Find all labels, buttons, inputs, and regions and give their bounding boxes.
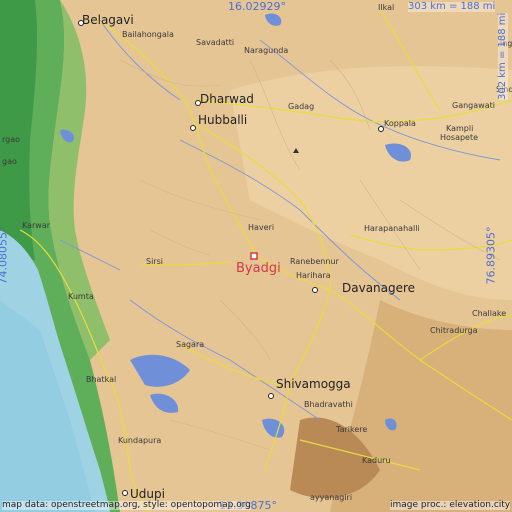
place-label-belagavi[interactable]: Belagavi [82, 14, 134, 26]
place-label-ilkal[interactable]: Ilkal [378, 4, 394, 12]
place-label-shivamogga[interactable]: Shivamogga [276, 378, 351, 390]
place-label-fragment: gao [2, 157, 17, 166]
place-label-bhadravathi[interactable]: Bhadravathi [304, 401, 353, 409]
city-dot [122, 490, 128, 496]
place-label-karwar[interactable]: Karwar [22, 222, 50, 230]
place-label-sagara[interactable]: Sagara [176, 341, 204, 349]
place-label-fragment: rgao [2, 135, 21, 144]
place-label-haveri[interactable]: Haveri [248, 224, 274, 232]
map-canvas: Belagavi Bailahongala Savadatti Naragund… [0, 0, 512, 512]
place-label-gadag[interactable]: Gadag [288, 103, 314, 111]
city-dot [268, 393, 274, 399]
place-label-koppala[interactable]: Koppala [384, 120, 416, 128]
place-label-hosapete[interactable]: Hosapete [440, 134, 478, 142]
place-label-harapanahalli[interactable]: Harapanahalli [364, 225, 420, 233]
place-label-ayyanagiri: ayyanagiri [310, 493, 353, 502]
place-label-dharwad[interactable]: Dharwad [200, 93, 254, 105]
image-credit: image proc.: elevation.city [390, 500, 511, 510]
place-label-hubballi[interactable]: Hubballi [198, 114, 247, 126]
place-label-bailahongala[interactable]: Bailahongala [122, 31, 174, 39]
place-label-kaduru[interactable]: Kaduru [362, 457, 391, 465]
place-label-udupi[interactable]: Udupi [130, 488, 165, 500]
place-label-tarikere[interactable]: Tarikere [336, 426, 367, 434]
place-label-savadatti[interactable]: Savadatti [196, 39, 234, 47]
longitude-left-label: 74.08055° [0, 226, 10, 285]
place-label-harihara[interactable]: Harihara [296, 272, 331, 280]
selected-place-label[interactable]: Byadgi [236, 262, 281, 275]
place-label-kampli[interactable]: Kampli [446, 125, 473, 133]
latitude-top-label: 16.02929° [228, 0, 286, 13]
terrain-layer [0, 0, 512, 512]
place-label-ranebennur[interactable]: Ranebennur [290, 258, 339, 266]
place-label-challake[interactable]: Challake [472, 310, 506, 318]
place-label-kumta[interactable]: Kumta [68, 293, 94, 301]
city-dot [312, 287, 318, 293]
place-label-davanagere[interactable]: Davanagere [342, 282, 415, 294]
place-label-kundapura[interactable]: Kundapura [118, 437, 161, 445]
place-label-gangawati[interactable]: Gangawati [452, 102, 495, 110]
place-label-bhatkal[interactable]: Bhatkal [86, 376, 116, 384]
map-credit: map data: openstreetmap.org, style: open… [2, 500, 251, 510]
scale-bar-top: 303 km = 188 mi [408, 1, 496, 12]
place-label-chitradurga[interactable]: Chitradurga [430, 327, 477, 335]
place-label-sirsi[interactable]: Sirsi [146, 258, 163, 266]
scale-bar-right: 302 km = 188 mi [497, 12, 508, 100]
selected-place-marker [250, 252, 258, 260]
longitude-right-label: 76.89305° [484, 226, 498, 285]
place-label-naragunda[interactable]: Naragunda [244, 47, 288, 55]
city-dot [190, 125, 196, 131]
